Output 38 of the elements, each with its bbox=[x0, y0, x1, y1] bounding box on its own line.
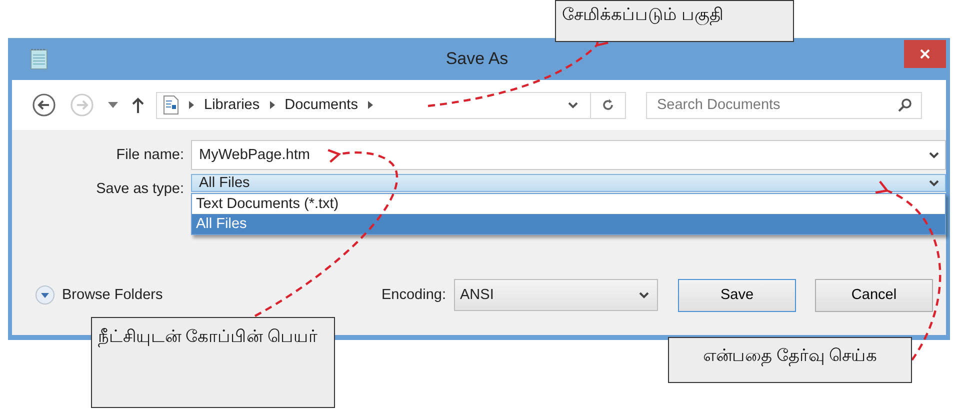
breadcrumb-item[interactable]: Documents bbox=[284, 97, 358, 113]
search-icon bbox=[898, 98, 912, 112]
address-bar[interactable]: Libraries Documents bbox=[156, 92, 626, 118]
dropdown-option[interactable]: All Files bbox=[192, 214, 945, 234]
window-title: Save As bbox=[444, 49, 510, 69]
chevron-down-icon bbox=[639, 292, 649, 298]
callout-label: என்பதை தேர்வு செய்க bbox=[668, 337, 912, 383]
refresh-icon bbox=[601, 98, 615, 112]
close-icon bbox=[919, 48, 931, 60]
close-button[interactable] bbox=[904, 40, 946, 68]
chevron-right-icon bbox=[270, 101, 275, 109]
chevron-down-icon[interactable] bbox=[568, 102, 578, 108]
file-name-field[interactable]: MyWebPage.htm bbox=[191, 140, 946, 170]
cancel-button[interactable]: Cancel bbox=[815, 278, 933, 312]
chevron-down-icon[interactable] bbox=[929, 180, 939, 186]
encoding-label: Encoding: bbox=[382, 287, 446, 303]
file-type-dropdown[interactable]: All Files bbox=[191, 174, 946, 192]
expand-icon[interactable] bbox=[35, 285, 55, 305]
up-arrow-icon[interactable] bbox=[132, 97, 144, 113]
callout-label: நீட்சியுடன் கோப்பின் பெயர் bbox=[91, 317, 335, 408]
field-label: File name: bbox=[115, 146, 185, 165]
back-button[interactable] bbox=[32, 93, 56, 117]
field-value: All Files bbox=[199, 175, 251, 191]
notepad-icon bbox=[30, 48, 48, 70]
chevron-down-icon[interactable] bbox=[929, 152, 939, 158]
chevron-right-icon bbox=[368, 101, 373, 109]
field-value: MyWebPage.htm bbox=[199, 147, 311, 163]
browse-folders-link[interactable]: Browse Folders bbox=[62, 287, 163, 303]
caret-down-icon[interactable] bbox=[108, 102, 118, 108]
dropdown-option[interactable]: Text Documents (*.txt) bbox=[192, 194, 945, 214]
search-field[interactable]: Search Documents bbox=[646, 92, 922, 118]
field-label: Save as type: bbox=[95, 180, 185, 199]
save-button[interactable]: Save bbox=[678, 278, 796, 312]
chevron-right-icon bbox=[189, 101, 194, 109]
callout-label: சேமிக்கப்படும் பகுதி bbox=[555, 0, 794, 42]
encoding-select[interactable]: ANSI bbox=[454, 279, 658, 311]
breadcrumb-item[interactable]: Libraries bbox=[204, 97, 260, 113]
library-icon bbox=[163, 95, 179, 115]
